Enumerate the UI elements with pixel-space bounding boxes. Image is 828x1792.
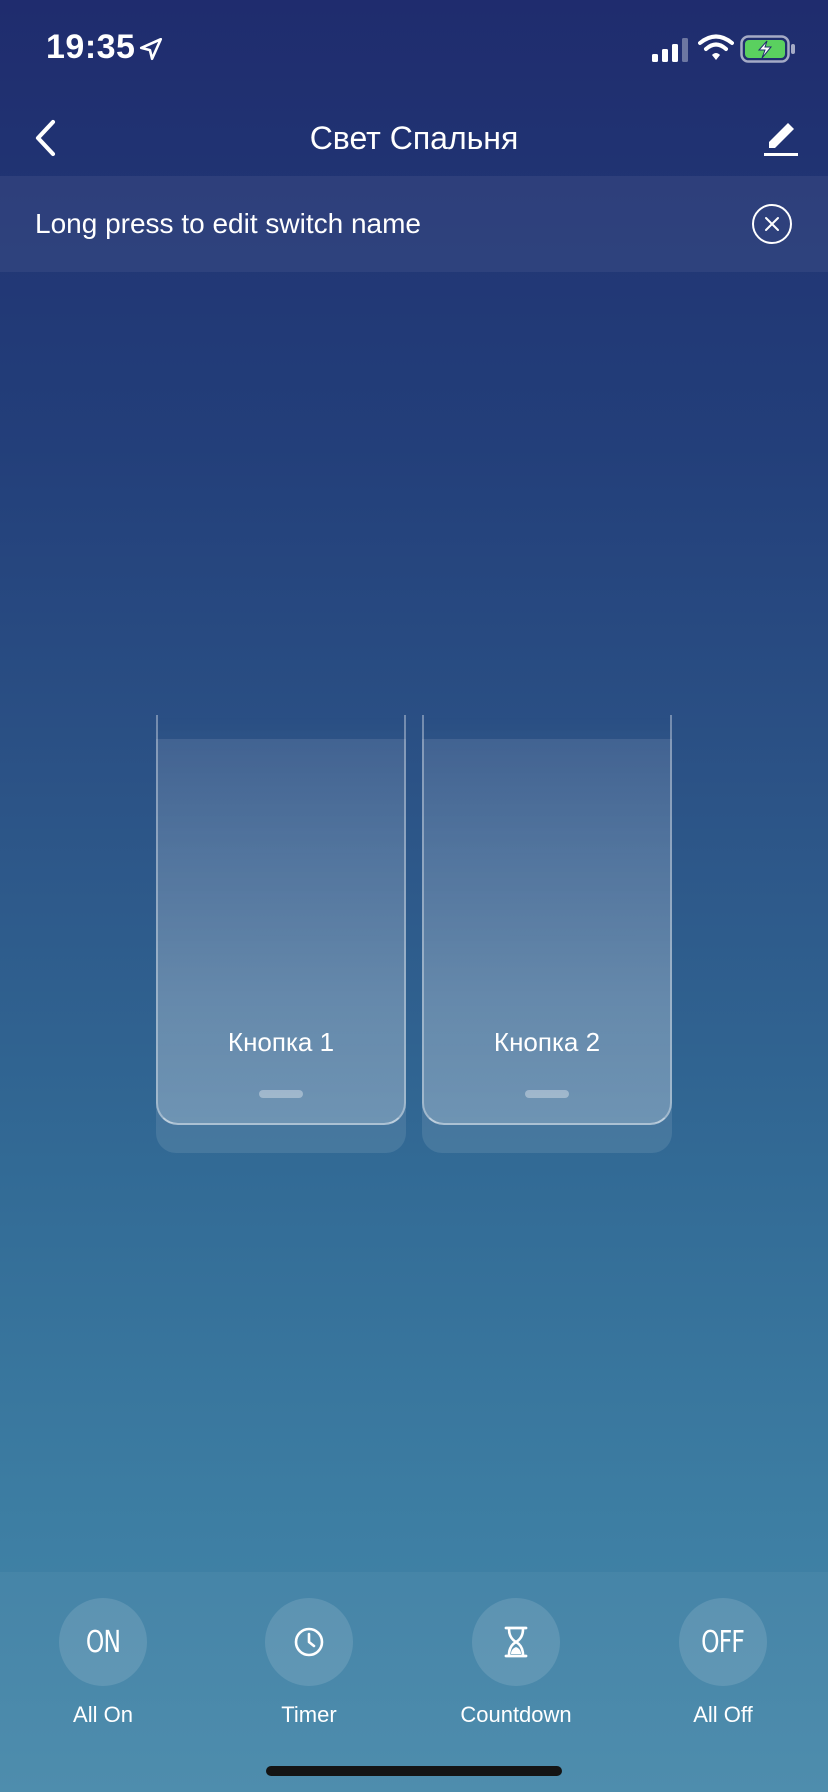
close-icon bbox=[765, 217, 779, 231]
nav-bar: Свет Спальня bbox=[0, 100, 828, 176]
close-banner-button[interactable] bbox=[752, 204, 792, 244]
switch-indicator bbox=[259, 1090, 303, 1098]
countdown-button[interactable]: Countdown bbox=[436, 1598, 596, 1730]
battery-charging-icon bbox=[740, 35, 795, 63]
all-off-button[interactable]: OFF All Off bbox=[643, 1598, 803, 1730]
countdown-circle bbox=[472, 1598, 560, 1686]
timer-button[interactable]: Timer bbox=[229, 1598, 389, 1730]
hint-text: Long press to edit switch name bbox=[35, 208, 421, 239]
switch-label: Кнопка 1 bbox=[227, 1027, 335, 1057]
timer-circle bbox=[265, 1598, 353, 1686]
all-off-circle: OFF bbox=[679, 1598, 767, 1686]
switch-label: Кнопка 2 bbox=[493, 1027, 601, 1057]
status-time: 19:35 bbox=[46, 28, 136, 66]
all-on-circle: ON bbox=[59, 1598, 147, 1686]
home-indicator[interactable] bbox=[266, 1766, 562, 1776]
hourglass-icon bbox=[504, 1626, 528, 1658]
all-on-button[interactable]: ON All On bbox=[23, 1598, 183, 1730]
all-on-label: All On bbox=[73, 1702, 133, 1727]
switch-face bbox=[422, 715, 672, 1125]
switch-panel: Кнопка 1 Кнопка 2 bbox=[156, 715, 672, 1153]
clock-icon bbox=[294, 1627, 324, 1657]
switch-button-1[interactable]: Кнопка 1 bbox=[156, 715, 406, 1153]
on-icon: ON bbox=[85, 1624, 121, 1660]
all-off-label: All Off bbox=[693, 1702, 753, 1727]
page-title: Свет Спальня bbox=[309, 120, 519, 156]
wifi-icon bbox=[698, 34, 734, 60]
timer-label: Timer bbox=[281, 1702, 337, 1727]
switch-indicator bbox=[525, 1090, 569, 1098]
countdown-label: Countdown bbox=[460, 1702, 572, 1727]
hint-banner: Long press to edit switch name bbox=[0, 176, 828, 272]
signal-icon bbox=[652, 38, 688, 62]
status-bar: 19:35 bbox=[0, 0, 828, 100]
edit-button[interactable] bbox=[756, 112, 806, 164]
switch-button-2[interactable]: Кнопка 2 bbox=[422, 715, 672, 1153]
bottom-action-bar: ON All On Timer Countdown OFF All Off bbox=[0, 1572, 828, 1792]
off-icon: OFF bbox=[701, 1624, 746, 1660]
pencil-icon bbox=[764, 123, 798, 156]
switch-face bbox=[156, 715, 406, 1125]
location-arrow-icon bbox=[139, 37, 163, 61]
